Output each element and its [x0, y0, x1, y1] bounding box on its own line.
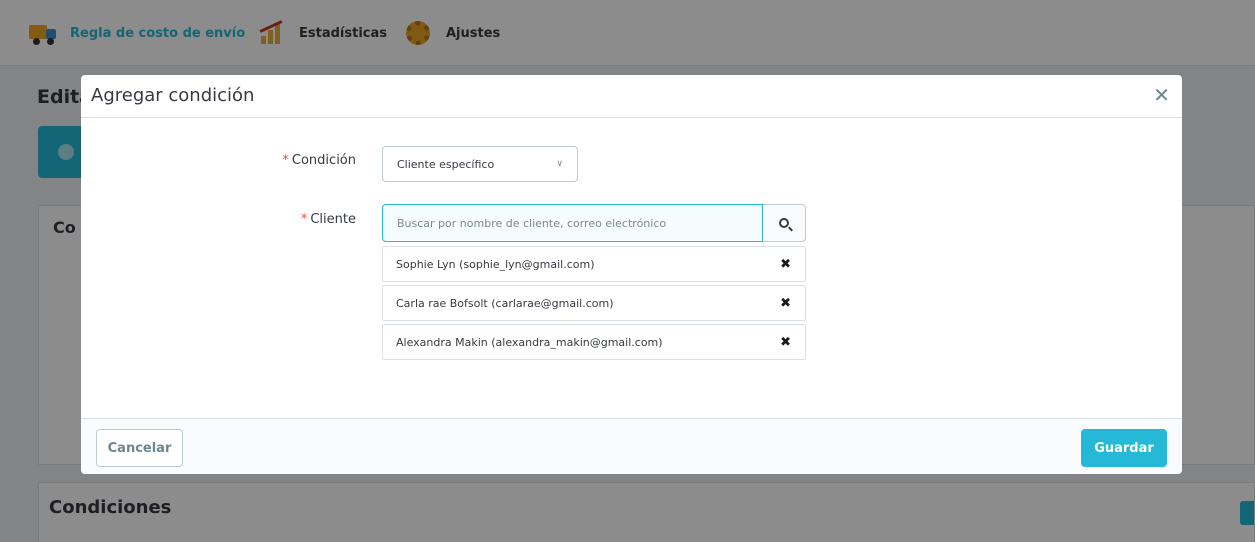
- customer-label-text: Cliente: [310, 212, 356, 227]
- customer-item-label: Alexandra Makin (alexandra_makin@gmail.c…: [396, 335, 663, 349]
- chevron-down-icon: ∨: [556, 159, 563, 169]
- customer-item-label: Sophie Lyn (sophie_lyn@gmail.com): [396, 257, 595, 271]
- remove-icon[interactable]: ✖: [780, 257, 791, 272]
- condition-label-text: Condición: [291, 153, 356, 168]
- customer-search-input[interactable]: [382, 204, 763, 242]
- remove-icon[interactable]: ✖: [780, 335, 791, 350]
- list-item: Sophie Lyn (sophie_lyn@gmail.com) ✖: [382, 246, 806, 282]
- cancel-button[interactable]: Cancelar: [96, 429, 183, 467]
- customer-item-label: Carla rae Bofsolt (carlarae@gmail.com): [396, 296, 614, 310]
- required-mark: *: [282, 153, 289, 168]
- search-icon: [779, 218, 789, 228]
- close-icon[interactable]: ✕: [1153, 81, 1170, 109]
- list-item: Carla rae Bofsolt (carlarae@gmail.com) ✖: [382, 285, 806, 321]
- modal-title: Agregar condición: [91, 85, 255, 106]
- customer-search-group: [382, 204, 806, 242]
- modal-footer: Cancelar Guardar: [81, 418, 1182, 474]
- condition-label: * Condición: [281, 153, 356, 168]
- condition-select-value: Cliente específico: [397, 157, 495, 171]
- selected-customer-list: Sophie Lyn (sophie_lyn@gmail.com) ✖ Carl…: [382, 246, 806, 363]
- modal-header: Agregar condición ✕: [81, 75, 1182, 118]
- save-button[interactable]: Guardar: [1081, 429, 1167, 467]
- search-button[interactable]: [763, 204, 806, 242]
- condition-select[interactable]: Cliente específico ∨: [382, 146, 578, 182]
- list-item: Alexandra Makin (alexandra_makin@gmail.c…: [382, 324, 806, 360]
- customer-label: * Cliente: [281, 212, 356, 227]
- required-mark: *: [300, 212, 308, 227]
- add-condition-modal: Agregar condición ✕ * Condición Cliente e…: [81, 75, 1182, 474]
- remove-icon[interactable]: ✖: [780, 296, 791, 311]
